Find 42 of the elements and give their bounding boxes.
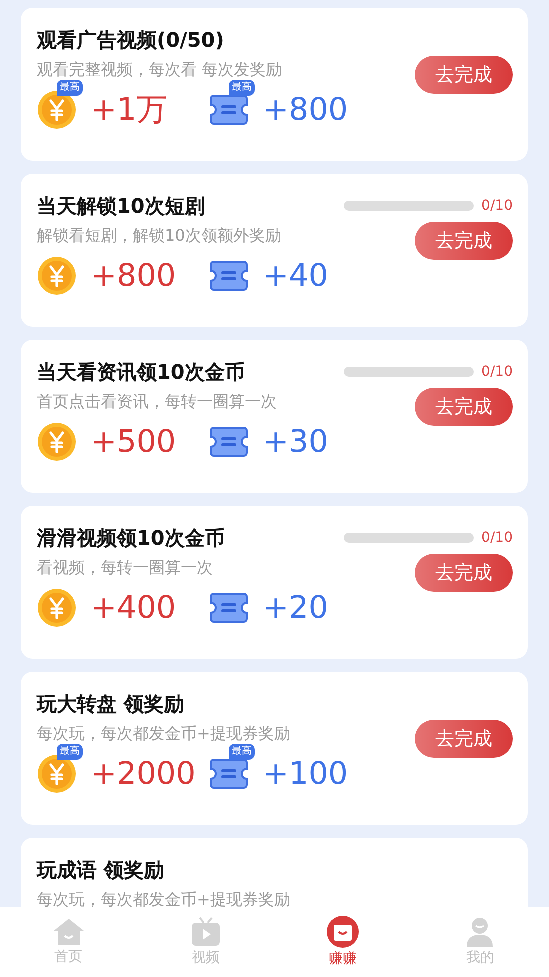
complete-button[interactable]: 去完成 bbox=[415, 56, 513, 94]
coin-icon bbox=[37, 754, 77, 794]
coin-icon bbox=[37, 588, 77, 628]
reward-amount: +800 bbox=[263, 91, 348, 130]
reward-amount: +400 bbox=[91, 589, 176, 628]
max-badge: 最高 bbox=[229, 744, 255, 760]
bag-icon bbox=[327, 916, 360, 948]
reward-amount: +500 bbox=[91, 423, 176, 462]
coin-icon bbox=[37, 90, 77, 130]
max-badge: 最高 bbox=[57, 744, 83, 760]
progress-count: 0/10 bbox=[482, 364, 513, 380]
task-description: 看视频，每转一圈算一次 bbox=[37, 557, 214, 579]
task-title: 观看广告视频(0/50) bbox=[37, 27, 224, 54]
task-description: 解锁看短剧，解锁10次领额外奖励 bbox=[37, 225, 282, 247]
task-description: 观看完整视频，每次看 每次发奖励 bbox=[37, 59, 284, 81]
reward-amount: +1万 bbox=[91, 91, 168, 130]
progress-count: 0/10 bbox=[482, 530, 513, 546]
reward-amount: +20 bbox=[263, 589, 328, 628]
max-badge: 最高 bbox=[57, 80, 83, 96]
home-icon bbox=[52, 918, 85, 946]
task-description: 首页点击看资讯，每转一圈算一次 bbox=[37, 391, 278, 413]
progress-count: 0/10 bbox=[482, 198, 513, 214]
complete-button[interactable]: 去完成 bbox=[415, 222, 513, 260]
task-title: 当天看资讯领10次金币 bbox=[37, 359, 245, 386]
task-title: 滑滑视频领10次金币 bbox=[37, 525, 225, 552]
task-title: 玩成语 领奖励 bbox=[37, 857, 164, 884]
max-badge: 最高 bbox=[229, 80, 255, 96]
reward-amount: +40 bbox=[263, 257, 328, 296]
complete-button[interactable]: 去完成 bbox=[415, 388, 513, 426]
complete-button[interactable]: 去完成 bbox=[415, 554, 513, 592]
task-title: 玩大转盘 领奖励 bbox=[37, 691, 184, 718]
reward-amount: +30 bbox=[263, 423, 328, 462]
reward-amount: +2000 bbox=[91, 755, 196, 794]
complete-button[interactable]: 去完成 bbox=[415, 720, 513, 758]
reward-amount: +100 bbox=[263, 755, 348, 794]
reward-amount: +800 bbox=[91, 257, 176, 296]
person-icon bbox=[466, 917, 494, 947]
task-description: 每次玩，每次都发金币+提现券奖励 bbox=[37, 723, 292, 745]
coin-icon bbox=[37, 422, 77, 462]
coin-icon bbox=[37, 256, 77, 296]
tv-icon bbox=[190, 917, 221, 947]
task-title: 当天解锁10次短剧 bbox=[37, 193, 205, 220]
